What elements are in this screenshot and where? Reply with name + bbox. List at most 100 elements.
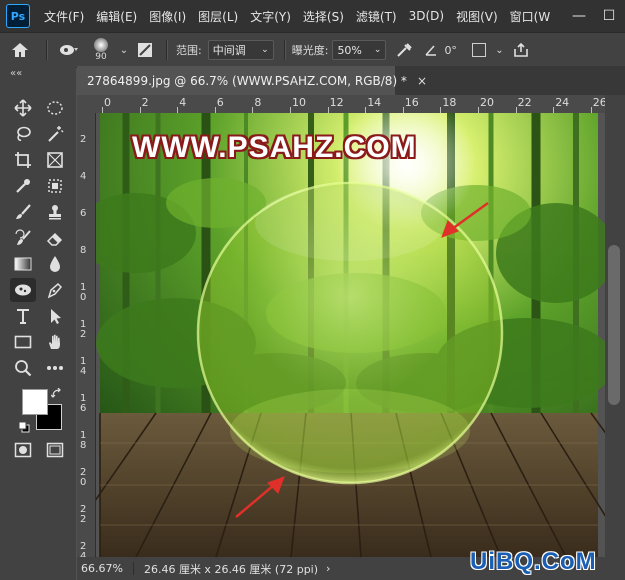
collapse-panel-button[interactable]: «« [10, 68, 22, 79]
screen-mode-icon[interactable] [42, 438, 68, 462]
brush-tool-icon[interactable] [10, 200, 36, 224]
ruler-left-label: 2 4 [80, 541, 87, 558]
crop-tool-icon[interactable] [10, 148, 36, 172]
brush-settings-icon[interactable] [130, 42, 160, 58]
range-select[interactable]: 中间调 ⌄ [207, 40, 274, 60]
menu-type[interactable]: 文字(Y) [244, 8, 297, 25]
ruler-left-label: 1 6 [80, 393, 87, 414]
ruler-top-label: 12 [329, 96, 344, 109]
move-tool-icon[interactable] [10, 96, 36, 120]
quick-mask-icon[interactable] [10, 438, 36, 462]
chevron-down-icon: ⌄ [261, 45, 269, 55]
status-menu-arrow[interactable]: › [326, 562, 330, 575]
ruler-top-label: 18 [442, 96, 457, 109]
scrollbar-thumb[interactable] [608, 245, 620, 405]
canvas-image [96, 113, 605, 557]
separator [46, 40, 48, 60]
chevron-down-icon: ⌄ [495, 44, 504, 56]
exposure-value: 50% [337, 43, 362, 57]
range-select-value: 中间调 [212, 44, 246, 57]
elliptical-marquee-tool-icon[interactable] [42, 96, 68, 120]
ruler-top-label: 4 [179, 96, 187, 109]
sponge-tool-preset-icon[interactable] [54, 43, 84, 57]
menu-3d[interactable]: 3D(D) [403, 9, 450, 23]
menu-file[interactable]: 文件(F) [38, 8, 90, 25]
menu-view[interactable]: 视图(V) [450, 8, 504, 25]
ruler-top-label: 16 [404, 96, 419, 109]
exposure-input[interactable]: 50% ⌄ [332, 40, 387, 60]
more-tools-icon[interactable] [42, 356, 68, 380]
blur-tool-icon[interactable] [42, 252, 68, 276]
airbrush-icon[interactable] [386, 42, 422, 58]
angle-icon [422, 43, 440, 57]
home-icon[interactable] [0, 42, 40, 58]
chevron-down-icon: ⌄ [373, 45, 382, 55]
chevron-down-icon[interactable]: ⌄ [118, 45, 130, 56]
eyedropper-tool-icon[interactable] [10, 174, 36, 198]
ruler-left-label: 2 2 [80, 504, 87, 525]
magic-wand-tool-icon[interactable] [42, 122, 68, 146]
menu-layer[interactable]: 图层(L) [192, 8, 244, 25]
ruler-left-label: 2 [80, 134, 87, 145]
document-tab-bar: 27864899.jpg @ 66.7% (WWW.PSAHZ.COM, RGB… [77, 66, 625, 95]
menu-image[interactable]: 图像(I) [143, 8, 192, 25]
clone-stamp-tool-icon[interactable] [42, 200, 68, 224]
ruler-top-label: 24 [555, 96, 570, 109]
frame-tool-icon[interactable] [42, 148, 68, 172]
angle-value[interactable]: 0° [444, 44, 466, 57]
brush-size-picker[interactable]: 90 [84, 38, 118, 62]
options-bar: 90 ⌄ 范围: 中间调 ⌄ 曝光度: 50% ⌄ 0° ⌄ [0, 32, 625, 68]
protect-tones-checkbox[interactable] [466, 43, 492, 57]
site-logo: UiBQ.CoM [470, 548, 597, 575]
path-selection-tool-icon[interactable] [42, 304, 68, 328]
object-selection-tool-icon[interactable] [42, 174, 68, 198]
minimize-button[interactable]: — [568, 0, 590, 32]
ruler-left-label: 6 [80, 208, 87, 219]
pen-tool-icon[interactable] [42, 278, 68, 302]
default-colors-icon[interactable] [18, 418, 30, 437]
rectangle-tool-icon[interactable] [10, 330, 36, 354]
ruler-left-label: 1 4 [80, 356, 87, 377]
photoshop-logo[interactable]: Ps [6, 4, 30, 28]
ruler-top-label: 2 [141, 96, 149, 109]
type-tool-icon[interactable] [10, 304, 36, 328]
vertical-ruler[interactable]: 2 4 6 8 1 0 1 2 1 4 1 6 1 8 2 0 2 2 2 4 [77, 113, 96, 557]
eraser-tool-icon[interactable] [42, 226, 68, 250]
document-tab[interactable]: 27864899.jpg @ 66.7% (WWW.PSAHZ.COM, RGB… [77, 66, 427, 95]
range-label: 范围: [176, 44, 202, 57]
horizontal-ruler[interactable]: 02468101214161820222426 [77, 95, 605, 114]
document-canvas[interactable]: WWW.PSAHZ.COM [96, 113, 605, 557]
share-icon[interactable] [506, 42, 536, 58]
ruler-top-label: 10 [292, 96, 306, 109]
ruler-top-label: 20 [480, 96, 494, 109]
separator [166, 40, 168, 60]
menu-select[interactable]: 选择(S) [297, 8, 350, 25]
close-tab-icon[interactable]: × [417, 74, 427, 88]
foreground-color-swatch[interactable] [22, 389, 48, 415]
ruler-left-label: 1 8 [80, 430, 87, 451]
maximize-button[interactable]: ☐ [598, 0, 620, 32]
ruler-top-label: 26 [592, 96, 605, 109]
tools-panel: «« [0, 66, 76, 580]
menu-edit[interactable]: 编辑(E) [90, 8, 143, 25]
ruler-top-label: 0 [104, 96, 111, 109]
sponge-tool-icon[interactable] [10, 278, 36, 302]
ruler-left-label: 8 [80, 245, 87, 256]
ruler-left-label: 1 2 [80, 319, 87, 340]
lasso-tool-icon[interactable] [10, 122, 36, 146]
ruler-top-label: 22 [517, 96, 532, 109]
ruler-left-label: 4 [80, 171, 87, 182]
watermark-text: WWW.PSAHZ.COM [132, 131, 417, 164]
history-brush-tool-icon[interactable] [10, 226, 36, 250]
vertical-scrollbar[interactable] [605, 95, 625, 557]
menu-filter[interactable]: 滤镜(T) [350, 8, 403, 25]
document-tab-title: 27864899.jpg @ 66.7% (WWW.PSAHZ.COM, RGB… [87, 73, 407, 88]
gradient-tool-icon[interactable] [10, 252, 36, 276]
zoom-tool-icon[interactable] [10, 356, 36, 380]
ruler-left-label: 1 0 [80, 282, 87, 303]
hand-tool-icon[interactable] [42, 330, 68, 354]
ruler-top-label: 8 [254, 96, 262, 109]
swap-colors-icon[interactable] [50, 385, 63, 404]
zoom-level[interactable]: 66.67% [77, 562, 134, 575]
menu-window[interactable]: 窗口(W [504, 8, 557, 25]
